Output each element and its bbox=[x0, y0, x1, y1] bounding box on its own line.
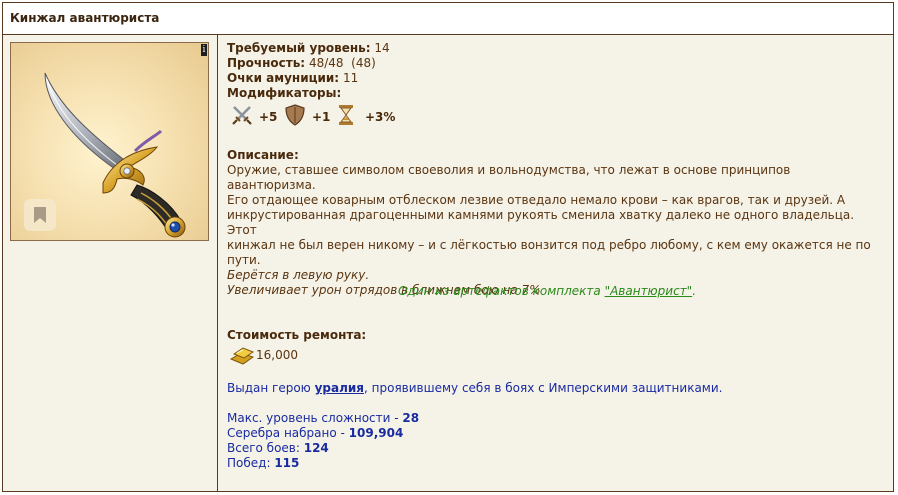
silver-collected: Серебра набрано - 109,904 bbox=[227, 426, 404, 440]
ammo-points: Очки амуниции: 11 bbox=[227, 71, 359, 85]
gold-coins-icon bbox=[229, 347, 255, 365]
repair-cost-label: Стоимость ремонта: bbox=[227, 328, 367, 342]
hand-note: Берётся в левую руку. bbox=[227, 268, 370, 282]
set-link[interactable]: "Авантюрист" bbox=[605, 284, 693, 298]
info-badge[interactable]: i bbox=[201, 44, 207, 56]
set-info: Один из артефактов комплекта "Авантюрист… bbox=[397, 284, 697, 298]
max-difficulty: Макс. уровень сложности - 28 bbox=[227, 411, 420, 425]
attack-swords-icon bbox=[232, 106, 252, 125]
description-text: Оружие, ставшее символом своеволия и вол… bbox=[227, 163, 882, 298]
bookmark-icon bbox=[34, 207, 46, 223]
bookmark-button[interactable] bbox=[24, 199, 56, 231]
total-battles: Всего боев: 124 bbox=[227, 441, 329, 455]
durability: Прочность: 48/48 (48) bbox=[227, 56, 376, 70]
modifiers-label: Модификаторы: bbox=[227, 86, 342, 100]
attack-value: +5 bbox=[259, 110, 278, 124]
initiative-value: +3% bbox=[365, 110, 396, 124]
artifact-stats: Макс. уровень сложности - 28 Серебра наб… bbox=[227, 411, 419, 471]
required-level: Требуемый уровень: 14 bbox=[227, 41, 390, 55]
given-to-hero: Выдан герою уралия, проявившему себя в б… bbox=[227, 381, 723, 395]
artifact-image: i bbox=[10, 42, 209, 241]
artifact-details: Требуемый уровень: 14 Прочность: 48/48 (… bbox=[227, 41, 887, 470]
defense-value: +1 bbox=[312, 110, 331, 124]
artifact-panel: Кинжал авантюриста i Требуемый уровень: … bbox=[2, 2, 894, 492]
description-label: Описание: bbox=[227, 148, 299, 162]
title-bar: Кинжал авантюриста bbox=[3, 3, 893, 35]
hero-link[interactable]: уралия bbox=[315, 381, 364, 395]
artifact-title: Кинжал авантюриста bbox=[10, 11, 160, 25]
initiative-hourglass-icon bbox=[339, 105, 353, 125]
wins: Побед: 115 bbox=[227, 456, 300, 470]
column-divider bbox=[217, 34, 218, 491]
defense-shield-icon bbox=[285, 104, 305, 126]
